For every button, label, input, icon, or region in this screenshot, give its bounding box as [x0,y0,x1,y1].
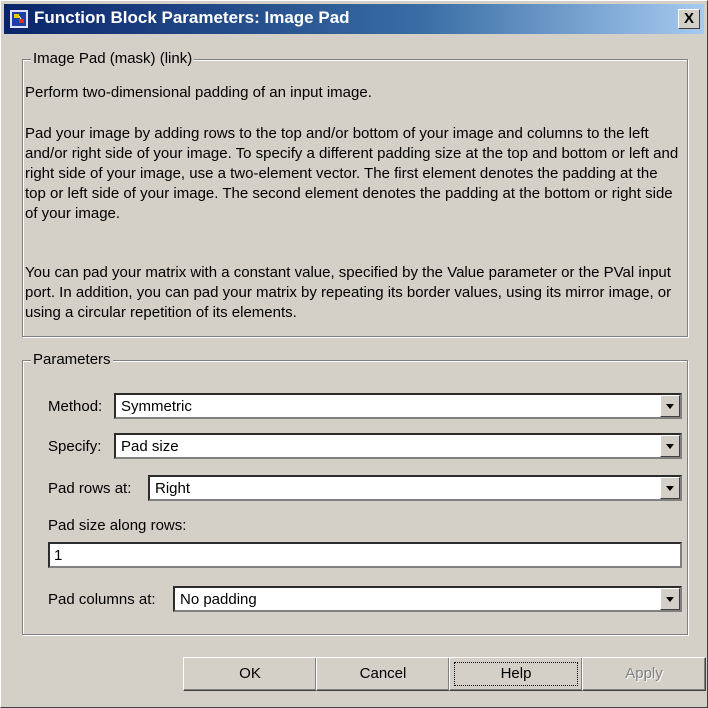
parameters-group-legend: Parameters [31,351,113,368]
pad-columns-at-dropdown[interactable]: No padding [173,586,682,612]
pad-size-along-rows-field[interactable]: 1 [48,542,682,568]
specify-value: Pad size [121,438,179,455]
apply-label: Apply [625,665,663,682]
cancel-label: Cancel [359,665,407,682]
close-icon: X [683,10,694,27]
simulink-app-icon [10,10,28,28]
title-bar[interactable]: Function Block Parameters: Image Pad X [4,4,704,34]
description-paragraph-2: Pad your image by adding rows to the top… [25,125,679,222]
ok-label: OK [239,665,261,682]
ok-button[interactable]: OK [183,657,317,691]
method-label: Method: [48,398,103,415]
chevron-down-icon[interactable] [660,588,680,610]
pad-columns-at-label: Pad columns at: [48,591,156,608]
chevron-down-icon[interactable] [660,435,680,457]
close-button[interactable]: X [678,9,700,29]
pad-columns-at-value: No padding [180,591,257,608]
specify-dropdown[interactable]: Pad size [114,433,682,459]
help-button[interactable]: Help [449,657,583,691]
specify-label: Specify: [48,438,102,455]
dialog-window: Function Block Parameters: Image Pad X I… [0,0,708,708]
chevron-down-icon[interactable] [660,395,680,417]
mask-group-legend: Image Pad (mask) (link) [31,50,195,67]
pad-size-along-rows-value: 1 [54,547,63,564]
cancel-button[interactable]: Cancel [316,657,450,691]
pad-size-along-rows-label: Pad size along rows: [48,517,187,534]
method-value: Symmetric [121,398,192,415]
description-line-1: Perform two-dimensional padding of an in… [25,84,372,101]
apply-button[interactable]: Apply [582,657,706,691]
chevron-down-icon[interactable] [660,477,680,499]
pad-rows-at-dropdown[interactable]: Right [148,475,682,501]
window-title: Function Block Parameters: Image Pad [34,8,350,27]
description-paragraph-3: You can pad your matrix with a constant … [25,264,672,321]
pad-rows-at-label: Pad rows at: [48,480,132,497]
focus-rectangle [454,662,578,686]
pad-rows-at-value: Right [155,480,191,497]
method-dropdown[interactable]: Symmetric [114,393,682,419]
